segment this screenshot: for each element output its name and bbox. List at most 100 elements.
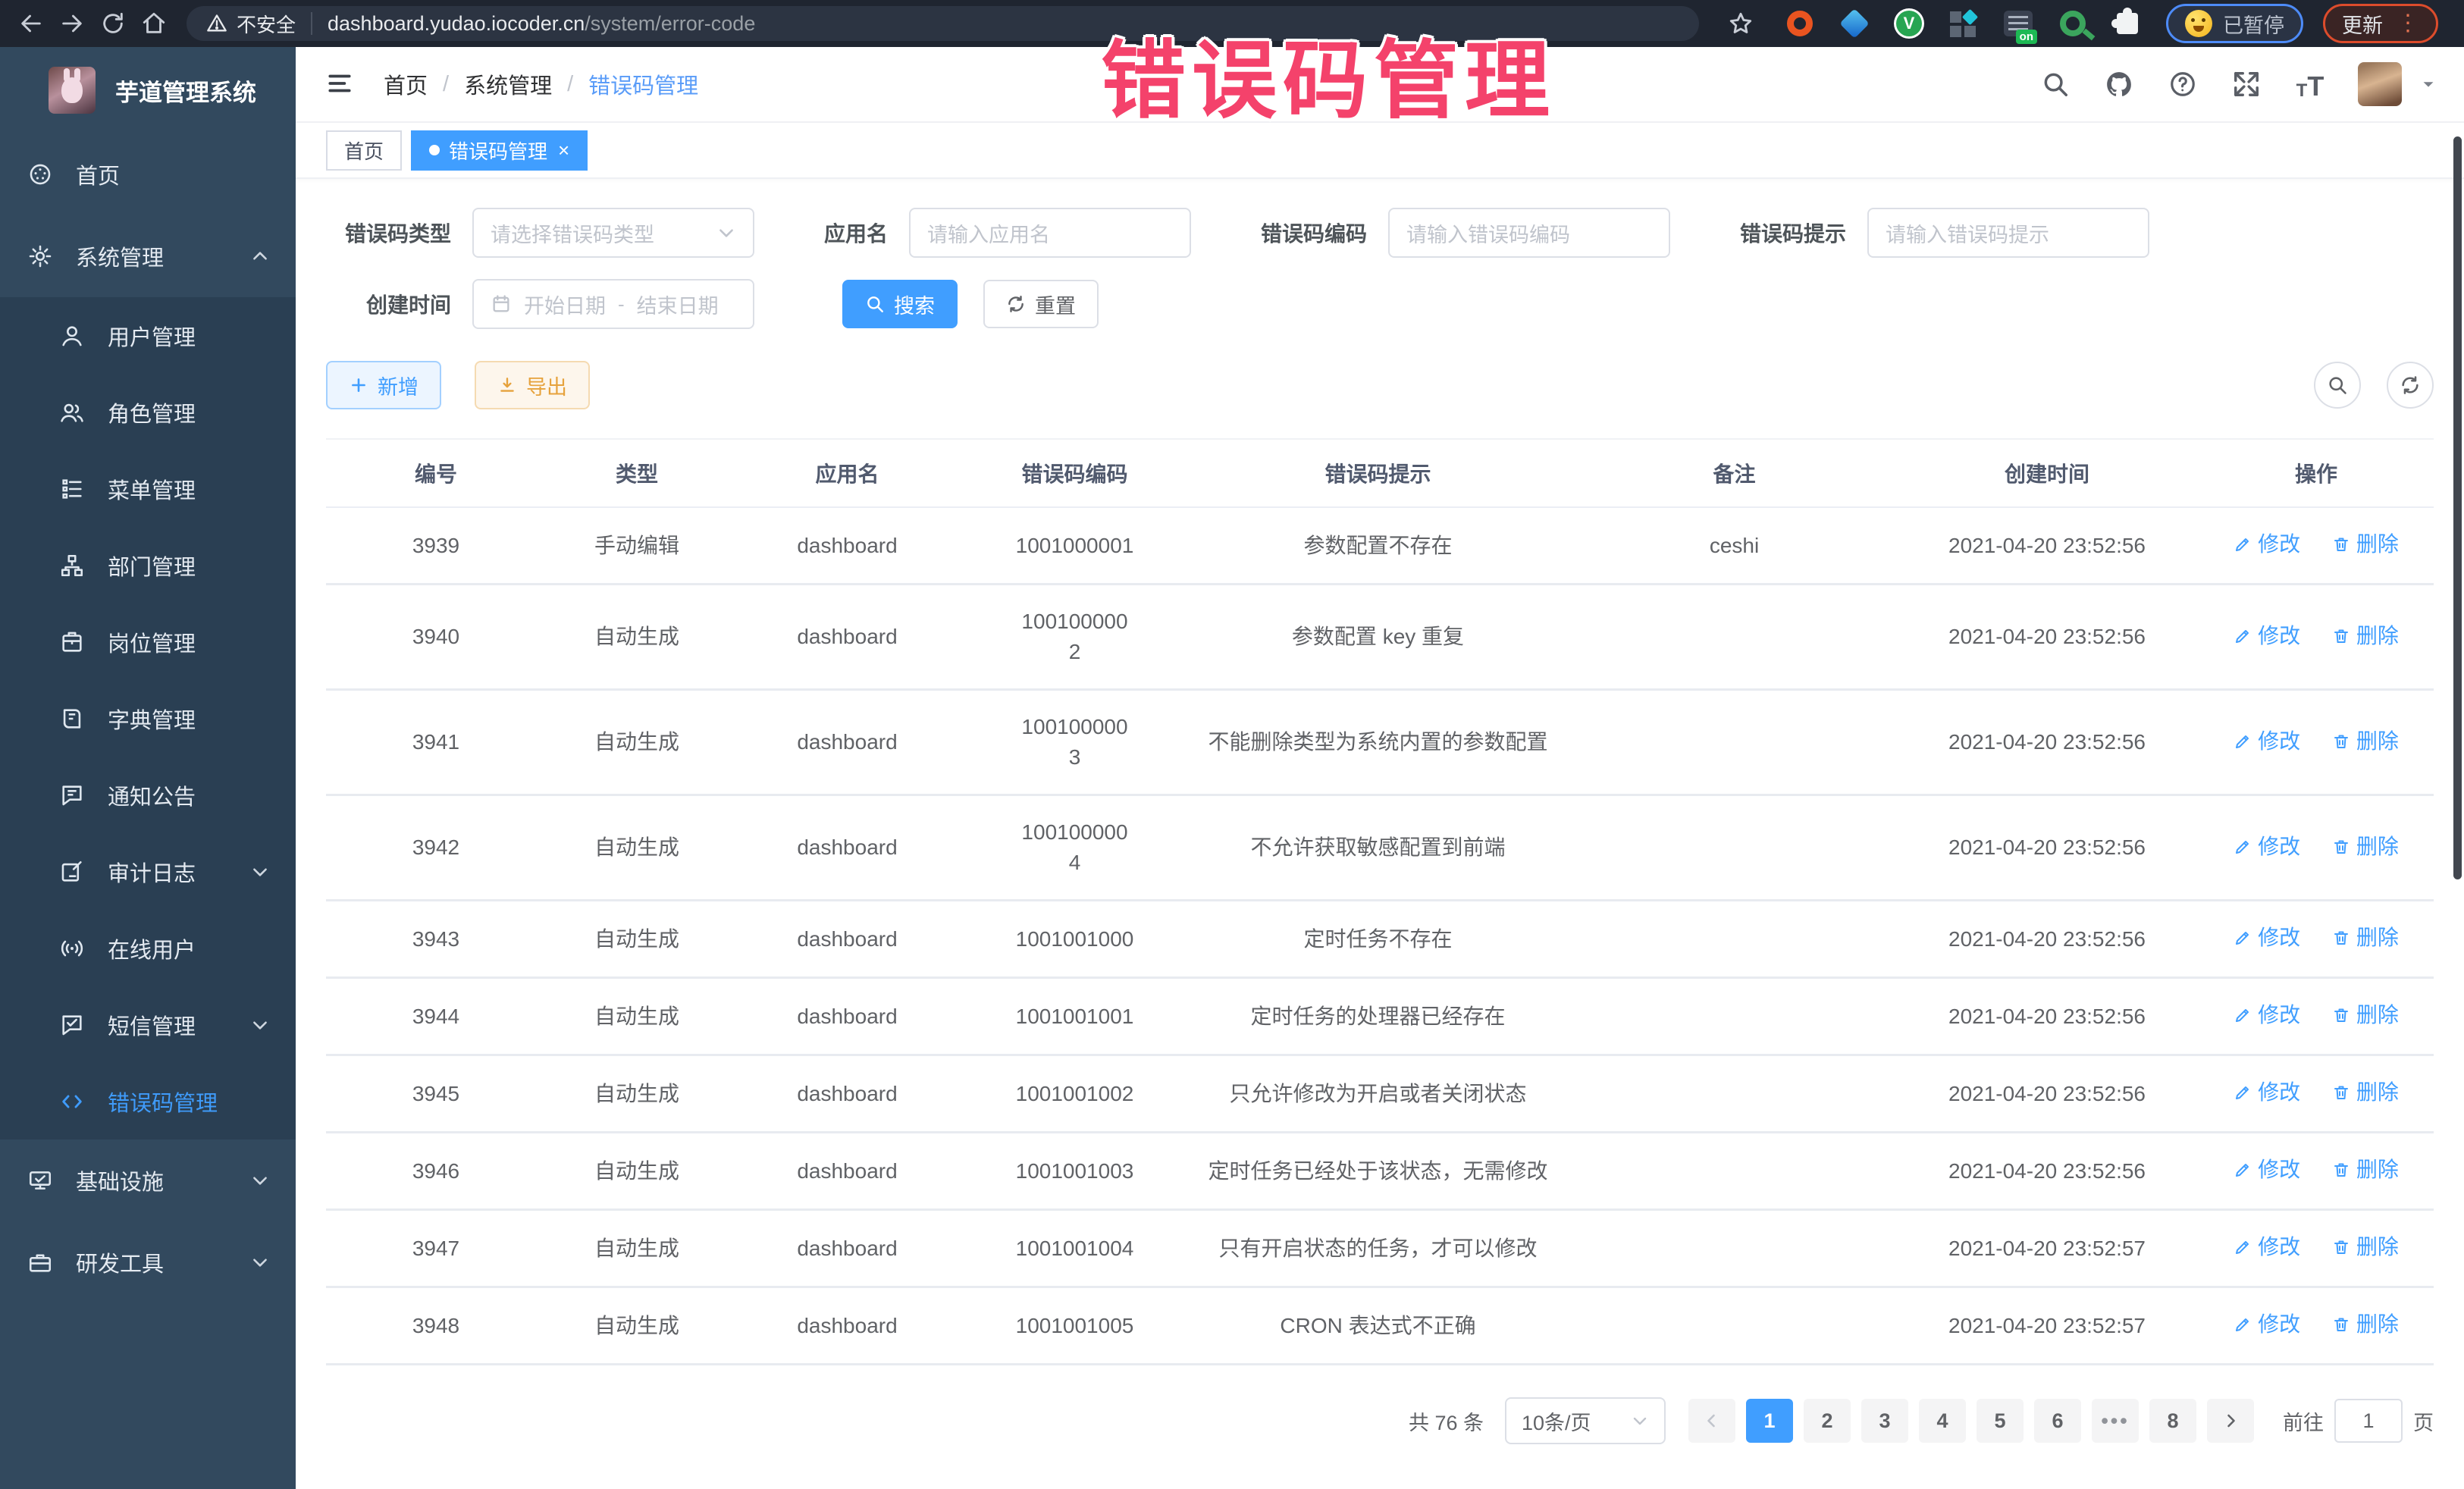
refresh-table-button[interactable] [2387, 362, 2434, 409]
avatar-caret-icon[interactable] [2420, 76, 2437, 92]
page-button-5[interactable]: 5 [1977, 1399, 2024, 1443]
ext-orange-ring-icon[interactable] [1784, 8, 1816, 39]
edit-link[interactable]: 修改 [2234, 1077, 2300, 1108]
chevron-left-icon [1703, 1412, 1721, 1430]
ext-green-v-icon[interactable]: V [1893, 8, 1925, 39]
table-row: 3939 手动编辑 dashboard 1001000001 参数配置不存在 c… [326, 507, 2434, 585]
sidebar-item-notices[interactable]: 通知公告 [0, 757, 296, 833]
error-code-input[interactable]: 请输入错误码编码 [1388, 208, 1670, 258]
edit-link[interactable]: 修改 [2234, 1000, 2300, 1030]
fullscreen-icon[interactable] [2230, 68, 2262, 100]
sidebar-item-online-users[interactable]: 在线用户 [0, 910, 296, 986]
user-avatar[interactable] [2358, 62, 2402, 106]
edit-link[interactable]: 修改 [2234, 923, 2300, 953]
page-button-1[interactable]: 1 [1746, 1399, 1793, 1443]
profile-paused-badge[interactable]: 已暂停 [2166, 4, 2303, 43]
ext-green-key-icon[interactable] [2057, 8, 2089, 39]
tab-error-code[interactable]: 错误码管理× [411, 130, 588, 171]
ext-on-badge-icon[interactable]: on [2002, 8, 2034, 39]
edit-link[interactable]: 修改 [2234, 726, 2300, 757]
ext-squares-icon[interactable] [1948, 8, 1980, 39]
edit-link[interactable]: 修改 [2234, 529, 2300, 560]
edit-link[interactable]: 修改 [2234, 1309, 2300, 1340]
app-logo[interactable]: 芋道管理系统 [0, 47, 296, 133]
edit-link[interactable]: 修改 [2234, 1232, 2300, 1262]
font-size-icon[interactable]: TT [2294, 68, 2326, 100]
sidebar-item-system[interactable]: 系统管理 [0, 215, 296, 297]
browser-back-icon[interactable] [11, 3, 52, 44]
breadcrumb-system[interactable]: 系统管理 [464, 68, 552, 100]
sidebar-item-sms[interactable]: 短信管理 [0, 986, 296, 1063]
bookmark-star-icon[interactable] [1720, 3, 1761, 44]
sidebar-item-home[interactable]: 首页 [0, 133, 296, 215]
browser-kebab-menu-icon[interactable]: ⋮ [2397, 12, 2419, 35]
app-title: 芋道管理系统 [115, 74, 256, 108]
breadcrumb-home[interactable]: 首页 [384, 68, 428, 100]
sidebar-item-users[interactable]: 用户管理 [0, 297, 296, 374]
edit-link[interactable]: 修改 [2234, 1155, 2300, 1185]
search-button[interactable]: 搜索 [842, 280, 958, 328]
page-button-4[interactable]: 4 [1919, 1399, 1966, 1443]
close-tab-icon[interactable]: × [558, 140, 569, 160]
search-icon [865, 294, 885, 314]
tab-home[interactable]: 首页 [326, 130, 402, 171]
cell-code: 100100000 4 [967, 795, 1183, 901]
app-name-input[interactable]: 请输入应用名 [909, 208, 1191, 258]
page-button-3[interactable]: 3 [1861, 1399, 1908, 1443]
error-hint-input[interactable]: 请输入错误码提示 [1867, 208, 2149, 258]
delete-link[interactable]: 删除 [2332, 1232, 2399, 1262]
sidebar-item-audit-log[interactable]: 审计日志 [0, 833, 296, 910]
sidebar-item-error-code[interactable]: 错误码管理 [0, 1063, 296, 1139]
more-pages-button[interactable]: ••• [2092, 1399, 2139, 1443]
sidebar-item-menus[interactable]: 菜单管理 [0, 450, 296, 527]
scrollbar-thumb[interactable] [2453, 136, 2462, 879]
delete-link[interactable]: 删除 [2332, 923, 2399, 953]
delete-link[interactable]: 删除 [2332, 529, 2399, 560]
export-button[interactable]: 导出 [475, 361, 590, 409]
cell-time: 2021-04-20 23:52:56 [1895, 978, 2199, 1055]
delete-link[interactable]: 删除 [2332, 1000, 2399, 1030]
ext-blue-gem-icon[interactable] [1839, 8, 1870, 39]
browser-reload-icon[interactable] [92, 3, 133, 44]
sidebar-item-depts[interactable]: 部门管理 [0, 527, 296, 603]
hamburger-icon[interactable] [324, 69, 355, 99]
page-button-8[interactable]: 8 [2149, 1399, 2196, 1443]
delete-link[interactable]: 删除 [2332, 1077, 2399, 1108]
goto-page-input[interactable]: 1 [2334, 1399, 2403, 1443]
reset-button[interactable]: 重置 [983, 280, 1099, 328]
delete-link[interactable]: 删除 [2332, 1155, 2399, 1185]
add-button[interactable]: 新增 [326, 361, 441, 409]
page-button-2[interactable]: 2 [1804, 1399, 1851, 1443]
ext-puzzle-icon[interactable] [2111, 8, 2143, 39]
delete-link[interactable]: 删除 [2332, 1309, 2399, 1340]
delete-link[interactable]: 删除 [2332, 726, 2399, 757]
toggle-search-button[interactable] [2314, 362, 2361, 409]
profile-avatar-emoji [2185, 10, 2212, 37]
sidebar-item-posts[interactable]: 岗位管理 [0, 603, 296, 680]
page-size-select[interactable]: 10条/页 [1505, 1397, 1666, 1444]
delete-link[interactable]: 删除 [2332, 621, 2399, 651]
sidebar-item-roles[interactable]: 角色管理 [0, 374, 296, 450]
browser-forward-icon[interactable] [52, 3, 92, 44]
github-icon[interactable] [2103, 68, 2135, 100]
sidebar-item-dicts[interactable]: 字典管理 [0, 680, 296, 757]
browser-home-icon[interactable] [133, 3, 174, 44]
page-button-6[interactable]: 6 [2034, 1399, 2081, 1443]
next-page-button[interactable] [2207, 1399, 2254, 1443]
delete-link[interactable]: 删除 [2332, 832, 2399, 862]
date-range-input[interactable]: 开始日期 - 结束日期 [472, 279, 754, 329]
browser-update-button[interactable]: 更新 ⋮ [2323, 4, 2438, 43]
help-icon[interactable] [2167, 68, 2199, 100]
search-icon[interactable] [2039, 68, 2071, 100]
breadcrumb-separator: / [567, 72, 573, 97]
error-type-select[interactable]: 请选择错误码类型 [472, 208, 754, 258]
table-row: 3943 自动生成 dashboard 1001001000 定时任务不存在 2… [326, 901, 2434, 978]
filter-error-hint: 错误码提示 请输入错误码提示 [1740, 208, 2149, 258]
prev-page-button[interactable] [1688, 1399, 1735, 1443]
sidebar-item-dev-tools[interactable]: 研发工具 [0, 1221, 296, 1303]
cell-code: 1001001005 [967, 1287, 1183, 1365]
edit-link[interactable]: 修改 [2234, 832, 2300, 862]
sidebar-item-infrastructure[interactable]: 基础设施 [0, 1139, 296, 1221]
edit-link[interactable]: 修改 [2234, 621, 2300, 651]
paused-label: 已暂停 [2223, 9, 2284, 39]
